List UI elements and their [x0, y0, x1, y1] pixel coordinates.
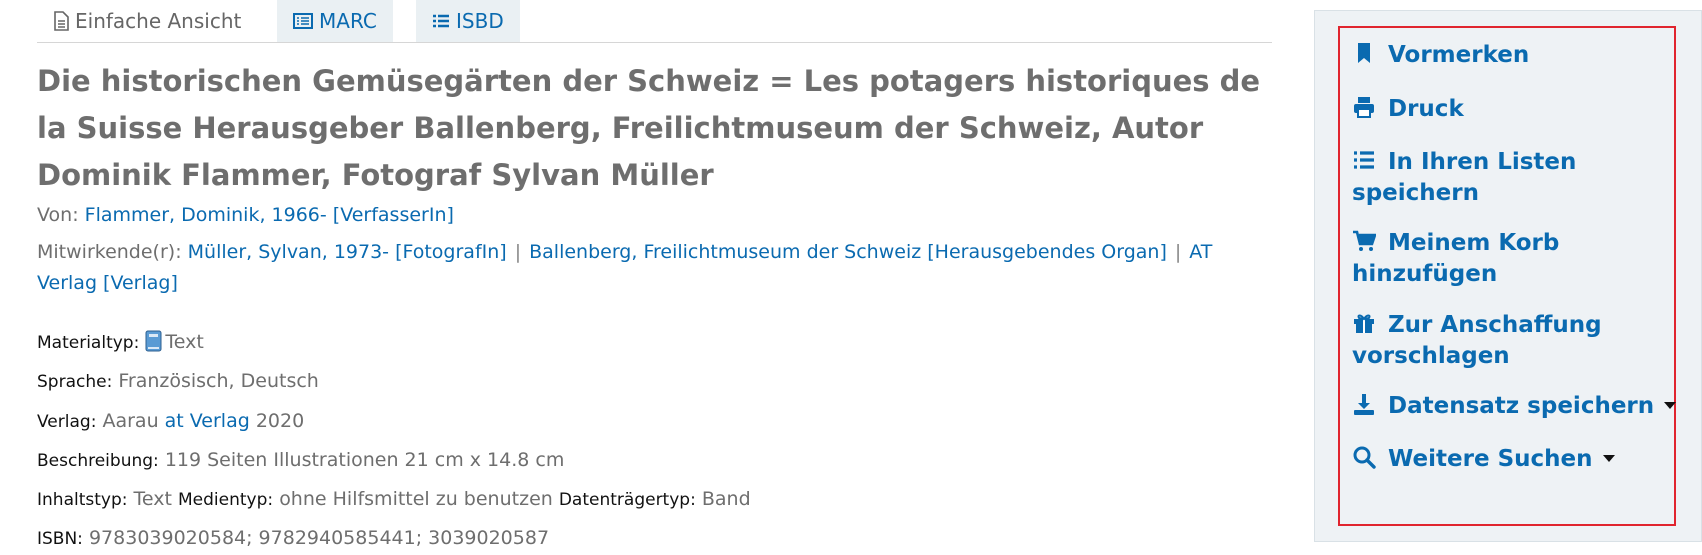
contributors-row: Mitwirkende(r): Müller, Sylvan, 1973- [F…	[37, 237, 1267, 299]
description-value: 119 Seiten Illustrationen 21 cm x 14.8 c…	[164, 449, 565, 471]
print-label: Druck	[1388, 96, 1464, 122]
bookmark-icon	[1358, 43, 1370, 63]
description-row: Beschreibung: 119 Seiten Illustrationen …	[37, 445, 564, 477]
gift-icon	[1354, 314, 1374, 333]
document-icon	[54, 11, 69, 31]
isbn-label: ISBN:	[37, 529, 83, 549]
record-title: Die historischen Gemüsegärten der Schwei…	[37, 64, 1261, 192]
list-box-icon	[293, 13, 313, 29]
carrier-type-value: Band	[701, 488, 751, 510]
carrier-type-label: Datenträgertyp:	[558, 490, 696, 510]
more-searches-dropdown[interactable]: Weitere Suchen	[1352, 444, 1615, 475]
suggest-purchase-button[interactable]: Zur Anschaffung vorschlagen	[1352, 310, 1602, 372]
add-to-cart-button[interactable]: Meinem Korb hinzufügen	[1352, 228, 1559, 290]
list-icon	[1354, 151, 1374, 169]
author-link[interactable]: Flammer, Dominik, 1966- [VerfasserIn]	[85, 204, 454, 226]
save-record-dropdown[interactable]: Datensatz speichern	[1352, 391, 1677, 422]
tab-simple-view[interactable]: Einfache Ansicht	[37, 0, 257, 42]
tab-marc-label: MARC	[319, 9, 377, 33]
publisher-row: Verlag: Aarau at Verlag 2020	[37, 406, 304, 438]
place-hold-button[interactable]: Vormerken	[1352, 40, 1529, 71]
tab-marc[interactable]: MARC	[277, 0, 393, 42]
isbn-row: ISBN: 9783039020584; 9782940585441; 3039…	[37, 523, 549, 555]
print-icon	[1354, 97, 1374, 118]
chevron-down-icon	[1664, 402, 1677, 409]
media-type-label: Medientyp:	[178, 490, 274, 510]
more-searches-label: Weitere Suchen	[1388, 446, 1593, 472]
tab-simple-view-label: Einfache Ansicht	[75, 9, 242, 33]
chevron-down-icon	[1602, 455, 1615, 462]
book-icon	[145, 330, 162, 352]
material-row: Materialtyp: Text	[37, 327, 204, 359]
tab-isbd[interactable]: ISBD	[416, 0, 520, 42]
author-label: Von:	[37, 204, 79, 226]
suggest-purchase-label-line1: Zur Anschaffung	[1388, 312, 1602, 338]
publisher-place: Aarau	[102, 410, 159, 432]
content-type-label: Inhaltstyp:	[37, 490, 128, 510]
language-label: Sprache:	[37, 372, 113, 392]
contributor-link[interactable]: Ballenberg, Freilichtmuseum der Schweiz …	[529, 241, 1167, 263]
cart-icon	[1353, 230, 1376, 251]
download-icon	[1354, 394, 1374, 415]
add-to-cart-label-line1: Meinem Korb	[1388, 230, 1560, 256]
author-row: Von: Flammer, Dominik, 1966- [VerfasserI…	[37, 200, 454, 231]
search-icon	[1353, 446, 1376, 469]
language-row: Sprache: Französisch, Deutsch	[37, 366, 319, 398]
publisher-link[interactable]: at Verlag	[165, 410, 250, 432]
media-type-value: ohne Hilfsmittel zu benutzen	[279, 488, 553, 510]
list-icon	[433, 14, 449, 28]
publisher-label: Verlag:	[37, 412, 97, 432]
contributor-separator: |	[1174, 241, 1182, 263]
save-to-lists-button[interactable]: In Ihren Listen speichern	[1352, 147, 1576, 209]
save-to-lists-label-line1: In Ihren Listen	[1388, 149, 1577, 175]
contributors-label: Mitwirkende(r):	[37, 241, 182, 263]
contributor-link[interactable]: Müller, Sylvan, 1973- [FotografIn]	[188, 241, 507, 263]
record-view-tabs: Einfache Ansicht MARC ISBD	[37, 0, 1272, 43]
material-value: Text	[165, 331, 204, 353]
add-to-cart-label-line2: hinzufügen	[1352, 261, 1498, 287]
record-actions-box: Vormerken Druck In Ihren Listen speicher…	[1338, 26, 1677, 526]
description-label: Beschreibung:	[37, 451, 159, 471]
suggest-purchase-label-line2: vorschlagen	[1352, 343, 1510, 369]
content-type-value: Text	[133, 488, 172, 510]
material-label: Materialtyp:	[37, 333, 140, 353]
save-record-label: Datensatz speichern	[1388, 393, 1655, 419]
language-value: Französisch, Deutsch	[118, 370, 319, 392]
print-button[interactable]: Druck	[1352, 94, 1464, 125]
contributor-separator: |	[514, 241, 522, 263]
place-hold-label: Vormerken	[1388, 42, 1530, 68]
tab-isbd-label: ISBD	[456, 9, 504, 33]
types-row: Inhaltstyp: Text Medientyp: ohne Hilfsmi…	[37, 484, 751, 516]
save-to-lists-label-line2: speichern	[1352, 180, 1479, 206]
publisher-year: 2020	[255, 410, 305, 432]
